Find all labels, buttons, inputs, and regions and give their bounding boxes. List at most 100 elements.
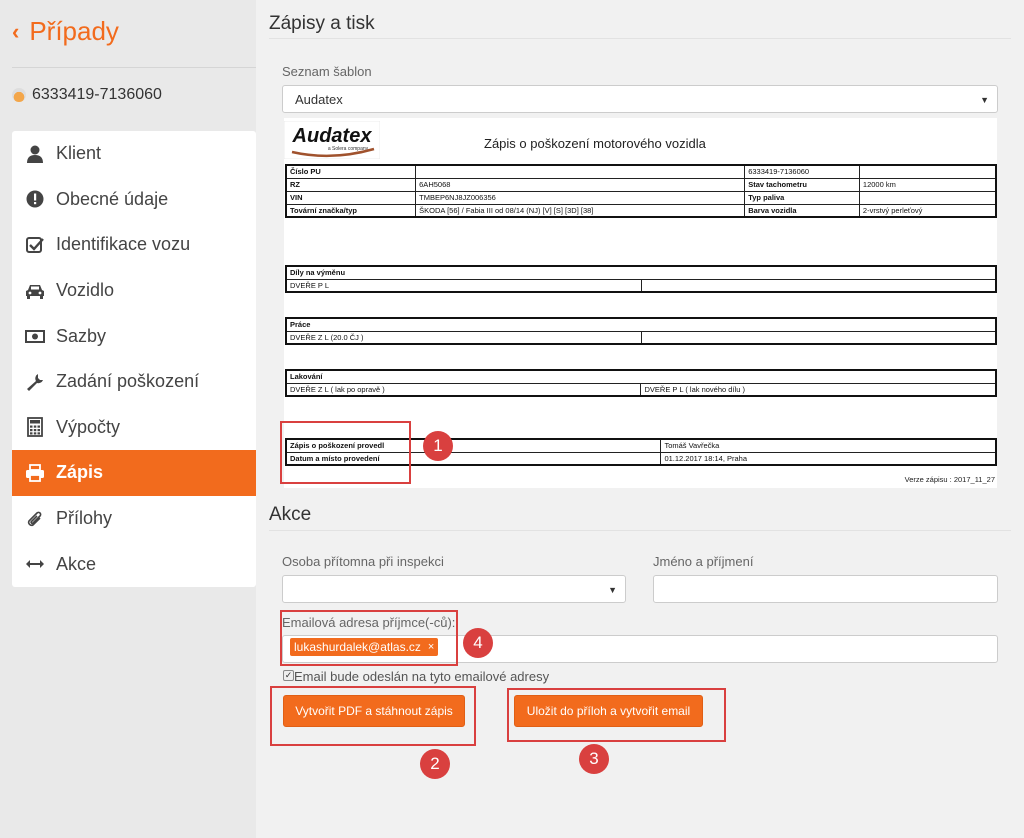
table-row: Číslo PU 6333419-7136060 — [285, 164, 997, 179]
table-header: Díly na výměnu — [285, 265, 997, 280]
sidebar-item-vozidlo[interactable]: Vozidlo — [12, 268, 256, 314]
sidebar-item-vypocty[interactable]: Výpočty — [12, 405, 256, 451]
table-row: Díly na výměnu — [285, 265, 997, 280]
name-input[interactable] — [653, 575, 998, 603]
table-cell: 2-vrstvý perleťový — [858, 203, 997, 218]
calculator-icon — [24, 416, 46, 438]
template-label: Seznam šablon — [282, 64, 372, 79]
table-row: DVEŘE Z L ( lak po opravě ) DVEŘE P L ( … — [285, 382, 997, 397]
template-select-value: Audatex — [295, 92, 343, 107]
parts-table: Díly na výměnu DVEŘE P L — [285, 265, 997, 293]
annotation-box-4 — [280, 610, 458, 666]
sidebar-divider — [12, 67, 256, 68]
table-cell: Tovární značka/typ — [285, 203, 417, 218]
annotation-badge-2: 2 — [420, 749, 450, 779]
annotation-box-1 — [280, 421, 411, 484]
email-checkbox[interactable]: ✓ — [283, 670, 294, 681]
sidebar-item-zapis[interactable]: Zápis — [12, 450, 256, 496]
person-select[interactable]: ▼ — [282, 575, 626, 603]
money-icon — [24, 325, 46, 347]
case-id: 6333419-7136060 — [12, 86, 162, 104]
back-to-cases-link[interactable]: ‹ Případy — [12, 16, 119, 47]
table-header: Lakování — [285, 369, 997, 384]
sidebar-item-akce[interactable]: Akce — [12, 541, 256, 587]
sidebar-item-label: Obecné údaje — [56, 188, 169, 209]
document-version: Verze zápisu : 2017_11_27 — [904, 475, 995, 484]
table-cell — [415, 164, 746, 179]
table-cell: 6333419-7136060 — [744, 164, 860, 179]
car-icon — [24, 280, 46, 302]
person-label: Osoba přítomna při inspekci — [282, 554, 444, 569]
table-cell: Barva vozidla — [744, 203, 860, 218]
dropdown-arrow-icon: ▼ — [608, 585, 617, 595]
work-table: Práce DVEŘE Z L (20.0 ČJ ) — [285, 317, 997, 345]
exclamation-circle-icon — [24, 188, 46, 210]
sidebar-item-label: Klient — [56, 143, 102, 164]
table-cell: 6AH5068 — [415, 177, 746, 192]
sidebar-item-prilohy[interactable]: Přílohy — [12, 496, 256, 542]
dropdown-arrow-icon: ▼ — [980, 95, 989, 105]
table-cell: TMBEP6NJ8JZ006356 — [415, 190, 746, 205]
table-cell: Stav tachometru — [744, 177, 860, 192]
table-cell: Číslo PU — [285, 164, 417, 179]
chevron-left-icon: ‹ — [12, 18, 20, 44]
table-row: Lakování — [285, 369, 997, 384]
user-icon — [24, 143, 46, 165]
table-cell: 01.12.2017 18:14, Praha — [660, 451, 997, 466]
sidebar-item-obecne-udaje[interactable]: Obecné údaje — [12, 177, 256, 223]
wrench-icon — [24, 371, 46, 393]
table-header: Práce — [285, 317, 997, 332]
document-title: Zápis o poškození motorového vozidla — [484, 136, 706, 151]
sidebar-item-label: Zadání poškození — [56, 371, 200, 392]
logo-text: Audatex — [292, 125, 373, 147]
table-cell: DVEŘE Z L (20.0 ČJ ) — [285, 330, 642, 345]
printer-icon — [24, 462, 46, 484]
table-row: Práce — [285, 317, 997, 332]
case-id-text: 6333419-7136060 — [32, 86, 162, 103]
sidebar-item-klient[interactable]: Klient — [12, 131, 256, 177]
table-cell: RZ — [285, 177, 417, 192]
table-cell: 12000 km — [858, 177, 997, 192]
sidebar-menu: Klient Obecné údaje Identifikace vozu Vo… — [12, 131, 256, 587]
sidebar-item-label: Zápis — [56, 462, 104, 483]
table-cell: Tomáš Vavřečka — [660, 438, 997, 453]
annotation-badge-1: 1 — [423, 431, 453, 461]
sidebar-item-label: Výpočty — [56, 416, 121, 437]
arrows-horizontal-icon — [24, 553, 46, 575]
table-cell: Typ paliva — [744, 190, 860, 205]
table-row: DVEŘE P L — [285, 278, 997, 293]
actions-title: Akce — [269, 504, 312, 525]
table-cell: VIN — [285, 190, 417, 205]
email-checkbox-label: Email bude odeslán na tyto emailové adre… — [294, 669, 550, 684]
sidebar-item-zadani-poskozeni[interactable]: Zadání poškození — [12, 359, 256, 405]
main-content: Zápisy a tisk Seznam šablon Audatex ▼ Au… — [256, 0, 1024, 838]
sidebar: ‹ Případy 6333419-7136060 Klient Obecné … — [0, 0, 256, 838]
case-status-icon — [12, 88, 26, 102]
actions-divider — [269, 530, 1011, 531]
sidebar-item-label: Přílohy — [56, 508, 113, 529]
name-label: Jméno a příjmení — [653, 554, 754, 569]
paperclip-icon — [24, 508, 46, 530]
back-link-label: Případy — [29, 16, 119, 46]
table-cell — [640, 278, 997, 293]
sidebar-item-sazby[interactable]: Sazby — [12, 313, 256, 359]
annotation-box-2 — [270, 686, 476, 746]
table-row: DVEŘE Z L (20.0 ČJ ) — [285, 330, 997, 345]
sidebar-item-label: Sazby — [56, 325, 107, 346]
annotation-box-3 — [507, 688, 726, 742]
vehicle-info-table: Číslo PU 6333419-7136060 RZ 6AH5068 Stav… — [285, 164, 997, 218]
table-cell: DVEŘE P L — [285, 278, 642, 293]
table-cell: ŠKODA [56] / Fabia III od 08/14 (NJ) [V]… — [415, 203, 746, 218]
sidebar-item-identifikace-vozu[interactable]: Identifikace vozu — [12, 222, 256, 268]
annotation-badge-4: 4 — [463, 628, 493, 658]
table-row: VIN TMBEP6NJ8JZ006356 Typ paliva — [285, 190, 997, 205]
paint-table: Lakování DVEŘE Z L ( lak po opravě ) DVE… — [285, 369, 997, 397]
template-select[interactable]: Audatex ▼ — [282, 85, 998, 113]
table-cell — [640, 330, 997, 345]
page-title: Zápisy a tisk — [269, 13, 375, 34]
sidebar-item-label: Identifikace vozu — [56, 234, 191, 255]
table-cell: DVEŘE P L ( lak nového dílu ) — [640, 382, 997, 397]
audatex-logo: Audatex a Solera company — [283, 120, 381, 160]
title-divider — [269, 38, 1011, 39]
sidebar-item-label: Vozidlo — [56, 280, 115, 301]
